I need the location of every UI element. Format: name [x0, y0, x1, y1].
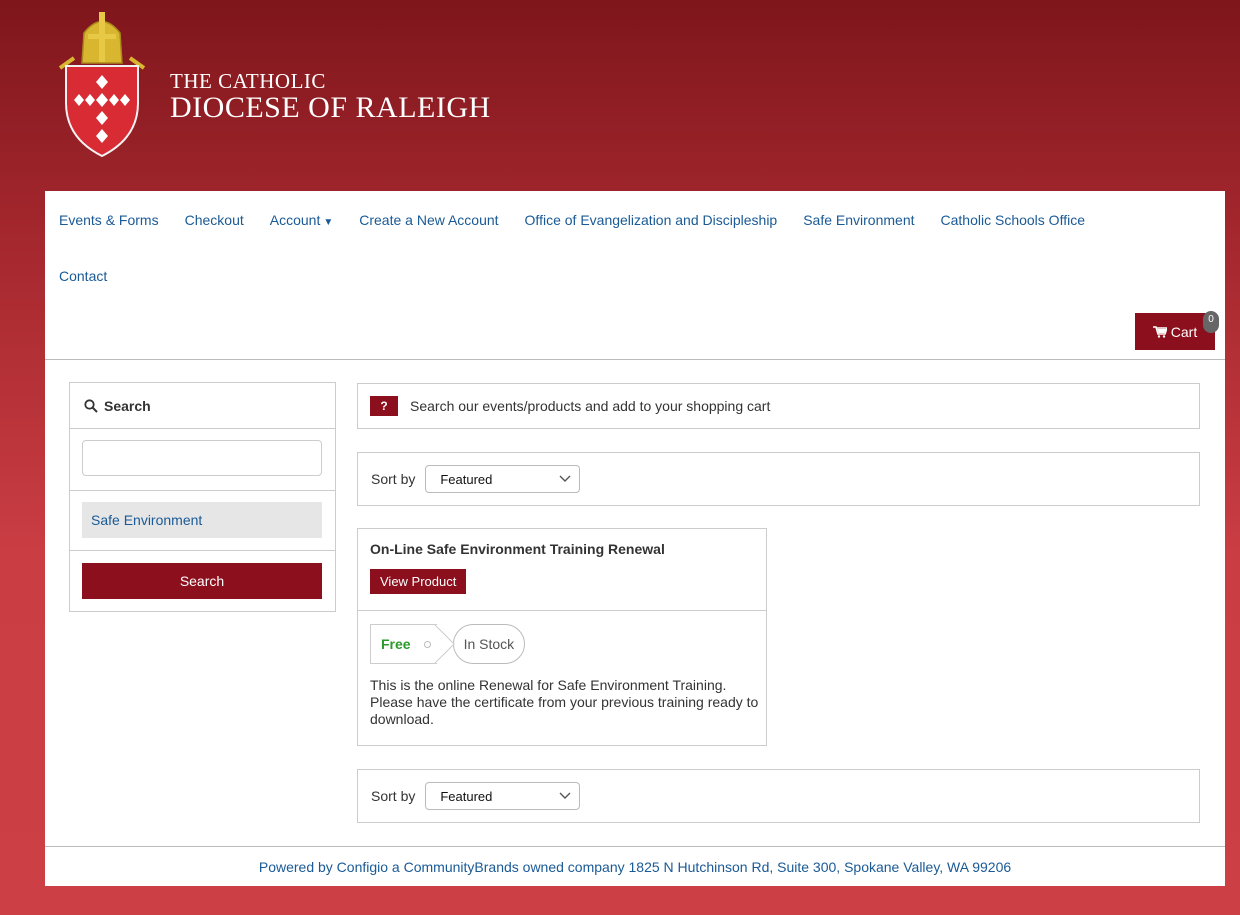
content-panel: Search Safe Environment Search ? Search …: [45, 360, 1225, 846]
nav-account-label: Account: [269, 212, 321, 228]
site-logo-text[interactable]: THE CATHOLIC DIOCESE OF RALEIGH: [170, 70, 491, 124]
sort-bar-top: Sort by Featured: [357, 452, 1200, 506]
nav-create-account[interactable]: Create a New Account: [359, 212, 498, 228]
product-title[interactable]: On-Line Safe Environment Training Renewa…: [370, 541, 754, 557]
sidebar-header: Search: [70, 383, 335, 429]
sort-select-top[interactable]: Featured: [425, 465, 581, 493]
cart-label: Cart: [1170, 323, 1198, 340]
nav-contact[interactable]: Contact: [59, 268, 107, 284]
sidebar-search-button[interactable]: Search: [82, 563, 322, 599]
logo-line-1: THE CATHOLIC: [170, 69, 326, 93]
cart-count-badge: 0: [1203, 311, 1219, 333]
caret-down-icon: ▼: [323, 217, 334, 228]
info-text: Search our events/products and add to yo…: [410, 398, 771, 414]
view-product-button[interactable]: View Product: [370, 569, 467, 594]
tag-hole-icon: [423, 641, 431, 648]
sort-label-bottom: Sort by: [371, 788, 416, 804]
nav-account[interactable]: Account ▼: [270, 212, 334, 228]
nav-panel: Events & Forms Checkout Account ▼ Create …: [45, 191, 1225, 359]
category-safe-environment[interactable]: Safe Environment: [82, 502, 322, 538]
main-nav: Events & Forms Checkout Account ▼ Create …: [59, 212, 1111, 228]
chevron-down-icon: [559, 475, 571, 482]
product-card-body: Free In Stock This is the online Renewal…: [358, 611, 766, 740]
product-tags: Free In Stock: [370, 623, 754, 665]
site-footer: Powered by Configio a CommunityBrands ow…: [45, 846, 1225, 886]
search-input[interactable]: [82, 440, 322, 476]
nav-catholic-schools[interactable]: Catholic Schools Office: [941, 212, 1085, 228]
price-tag: Free: [370, 624, 437, 664]
product-card: On-Line Safe Environment Training Renewa…: [357, 528, 767, 746]
cart-icon: [1152, 325, 1167, 338]
product-description: This is the online Renewal for Safe Envi…: [370, 677, 759, 727]
info-banner: ? Search our events/products and add to …: [357, 383, 1200, 429]
sidebar-title: Search: [104, 397, 151, 414]
sidebar-input-wrap: [70, 429, 335, 491]
product-card-header: On-Line Safe Environment Training Renewa…: [358, 529, 766, 611]
sort-selected-value: Featured: [440, 471, 493, 487]
diocese-shield-logo[interactable]: [52, 8, 152, 158]
sort-selected-value-bottom: Featured: [440, 788, 493, 804]
sort-bar-bottom: Sort by Featured: [357, 769, 1200, 823]
sort-label: Sort by: [371, 471, 416, 487]
stock-badge: In Stock: [452, 624, 526, 664]
price-value: Free: [381, 636, 411, 652]
search-icon: [84, 398, 98, 413]
nav-checkout[interactable]: Checkout: [185, 212, 244, 228]
nav-events-forms[interactable]: Events & Forms: [59, 212, 159, 228]
nav-safe-environment[interactable]: Safe Environment: [803, 212, 914, 228]
help-badge-icon[interactable]: ?: [370, 396, 398, 416]
main-nav-row-2: Contact: [59, 268, 133, 284]
nav-evangelization[interactable]: Office of Evangelization and Discipleshi…: [525, 212, 778, 228]
chevron-down-icon: [559, 792, 571, 799]
sort-select-bottom[interactable]: Featured: [425, 782, 581, 810]
search-sidebar: Search Safe Environment Search: [69, 382, 336, 612]
logo-line-2: DIOCESE OF RALEIGH: [170, 91, 491, 124]
footer-text[interactable]: Powered by Configio a CommunityBrands ow…: [259, 859, 1011, 875]
site-header: THE CATHOLIC DIOCESE OF RALEIGH: [0, 0, 1240, 190]
category-list: Safe Environment: [70, 491, 335, 551]
